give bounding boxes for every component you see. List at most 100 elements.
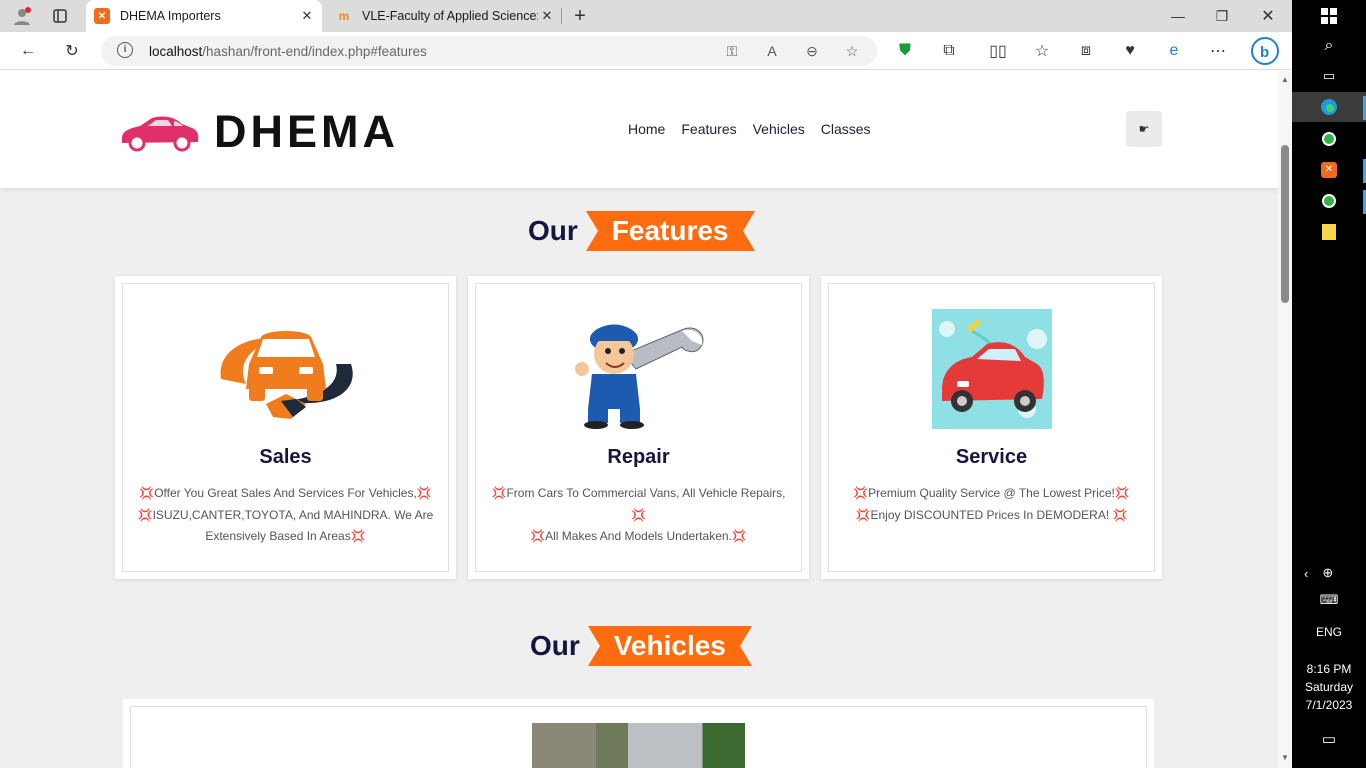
task-view-icon[interactable]: ▭ — [1292, 62, 1366, 90]
feature-line: 💢 — [631, 507, 646, 522]
feature-card-service: Service 💢Premium Quality Service @ The L… — [821, 276, 1162, 579]
car-wash-image — [917, 309, 1067, 429]
notifications-icon[interactable]: ▭ — [1292, 728, 1366, 750]
feature-line: 💢ISUZU,CANTER,TOYOTA, And MAHINDRA. We A… — [137, 507, 434, 522]
url-host: localhost — [149, 44, 203, 59]
feature-description: 💢From Cars To Commercial Vans, All Vehic… — [486, 483, 791, 548]
url-path: /hashan/front-end/index.php#features — [202, 44, 427, 59]
feature-card-sales: Sales 💢Offer You Great Sales And Service… — [115, 276, 456, 579]
logo-car-icon[interactable] — [118, 112, 200, 157]
feature-description: 💢Offer You Great Sales And Services For … — [133, 483, 438, 548]
url-text[interactable]: localhost/hashan/front-end/index.php#fea… — [149, 44, 427, 59]
system-tray: ‹ ⊕ — [1292, 560, 1366, 586]
sticky-notes-icon[interactable] — [1292, 217, 1366, 247]
feature-line: Extensively Based In Areas💢 — [205, 529, 366, 543]
nav-home[interactable]: Home — [628, 121, 665, 137]
nav-classes[interactable]: Classes — [821, 121, 871, 137]
heading-prefix: Our — [530, 630, 580, 661]
handshake-car-image — [211, 309, 361, 429]
split-screen-icon[interactable]: ▯▯ — [984, 32, 1012, 70]
user-menu-button[interactable]: ☛ — [1126, 111, 1162, 147]
read-aloud-icon[interactable]: A — [761, 41, 783, 61]
refresh-icon[interactable]: ↻ — [58, 32, 86, 70]
feature-line: 💢Enjoy DISCOUNTED Prices In DEMODERA! 💢 — [855, 507, 1128, 522]
key-icon[interactable]: ⚿ — [721, 41, 743, 61]
tab-title: DHEMA Importers — [120, 9, 221, 23]
feature-description: 💢Premium Quality Service @ The Lowest Pr… — [839, 483, 1144, 526]
address-bar[interactable]: i localhost/hashan/front-end/index.php#f… — [101, 36, 877, 66]
shield-icon[interactable]: ⛊ — [891, 32, 919, 70]
xampp-taskbar-icon[interactable]: ✕ — [1292, 155, 1366, 185]
tab-dhema[interactable]: ✕ DHEMA Importers ✕ — [86, 0, 322, 32]
show-hidden-icons-icon[interactable]: ‹ — [1304, 566, 1308, 581]
profile-icon[interactable] — [10, 0, 34, 32]
collections-icon[interactable]: ⧈ — [1072, 32, 1100, 70]
tab-actions-icon[interactable] — [48, 0, 72, 32]
clock[interactable]: 8:16 PM Saturday 7/1/2023 — [1292, 660, 1366, 714]
feature-line: 💢From Cars To Commercial Vans, All Vehic… — [491, 486, 786, 500]
zoom-icon[interactable]: ⊖ — [801, 41, 823, 61]
heading-highlight: Features — [585, 211, 755, 251]
restore-icon[interactable]: ❐ — [1210, 0, 1234, 32]
clock-day: Saturday — [1304, 680, 1354, 694]
windows-start-icon[interactable] — [1292, 2, 1366, 30]
tab-bar: ✕ DHEMA Importers ✕ m VLE-Faculty of App… — [0, 0, 1292, 32]
tab-vle[interactable]: m VLE-Faculty of Applied Science: L ✕ — [330, 0, 562, 32]
page-content: DHEMA Home Features Vehicles Classes ☛ O… — [0, 71, 1278, 768]
pointing-hand-icon: ☛ — [1138, 122, 1150, 136]
feature-title: Repair — [607, 446, 670, 468]
vehicles-heading: Our Vehicles — [530, 626, 752, 666]
feature-line: 💢Offer You Great Sales And Services For … — [139, 486, 432, 500]
tab-title: VLE-Faculty of Applied Science: L — [362, 9, 538, 23]
ie-mode-icon[interactable]: e — [1160, 32, 1188, 70]
vehicle-image[interactable] — [532, 723, 745, 768]
info-icon[interactable]: i — [117, 42, 133, 58]
favorite-star-icon[interactable]: ☆ — [841, 41, 863, 61]
main-nav: Home Features Vehicles Classes — [628, 121, 871, 137]
browser-toolbar: ← ↻ i localhost/hashan/front-end/index.p… — [0, 32, 1292, 70]
more-options-icon[interactable]: ⋯ — [1204, 32, 1232, 70]
bing-icon[interactable]: b — [1250, 32, 1280, 70]
whatsapp-icon[interactable] — [1292, 186, 1366, 216]
heading-highlight: Vehicles — [587, 626, 752, 666]
xampp-icon: ✕ — [94, 8, 110, 24]
clock-time: 8:16 PM — [1306, 662, 1352, 676]
features-heading: Our Features — [528, 211, 755, 251]
windows-taskbar: ⌕ ▭ ✕ ‹ ⊕ ⌨ ENG 8:16 PM Saturday 7/1/202… — [1292, 0, 1366, 768]
close-tab-icon[interactable]: ✕ — [298, 8, 316, 24]
clock-date: 7/1/2023 — [1305, 698, 1353, 712]
scrollbar-thumb[interactable] — [1281, 145, 1289, 303]
extensions-icon[interactable]: ⧉ — [935, 32, 963, 70]
mechanic-wrench-image — [564, 309, 714, 429]
back-icon[interactable]: ← — [14, 32, 42, 70]
heading-prefix: Our — [528, 215, 578, 246]
feature-title: Sales — [259, 446, 312, 468]
health-icon[interactable]: ♥ — [1116, 32, 1144, 70]
minimize-icon[interactable]: — — [1166, 0, 1190, 32]
scroll-up-icon[interactable]: ▲ — [1281, 75, 1289, 84]
feature-line: 💢Premium Quality Service @ The Lowest Pr… — [853, 486, 1130, 500]
nav-features[interactable]: Features — [681, 121, 736, 137]
new-tab-icon[interactable]: + — [568, 0, 592, 32]
whatsapp-icon[interactable] — [1292, 124, 1366, 154]
close-window-icon[interactable]: ✕ — [1256, 0, 1280, 32]
svg-text:b: b — [1260, 44, 1269, 61]
moodle-icon: m — [338, 9, 350, 23]
browser-window: ✕ DHEMA Importers ✕ m VLE-Faculty of App… — [0, 0, 1292, 768]
close-tab-icon[interactable]: ✕ — [538, 8, 556, 24]
nav-vehicles[interactable]: Vehicles — [753, 121, 805, 137]
feature-card-repair: Repair 💢From Cars To Commercial Vans, Al… — [468, 276, 809, 579]
search-icon[interactable]: ⌕ — [1292, 32, 1366, 60]
keyboard-icon[interactable]: ⌨ — [1292, 590, 1366, 610]
favorites-icon[interactable]: ☆ — [1028, 32, 1056, 70]
network-globe-icon[interactable]: ⊕ — [1322, 565, 1333, 581]
scroll-down-icon[interactable]: ▼ — [1281, 753, 1289, 762]
language-indicator[interactable]: ENG — [1292, 622, 1366, 642]
brand-logo[interactable]: DHEMA — [214, 106, 399, 158]
vehicle-card — [123, 699, 1154, 768]
feature-title: Service — [955, 446, 1028, 468]
scrollbar[interactable]: ▲ ▼ — [1278, 71, 1292, 768]
site-header: DHEMA Home Features Vehicles Classes ☛ — [0, 71, 1278, 188]
edge-taskbar-icon[interactable] — [1292, 92, 1366, 122]
feature-line: 💢All Makes And Models Undertaken.💢 — [530, 529, 747, 543]
